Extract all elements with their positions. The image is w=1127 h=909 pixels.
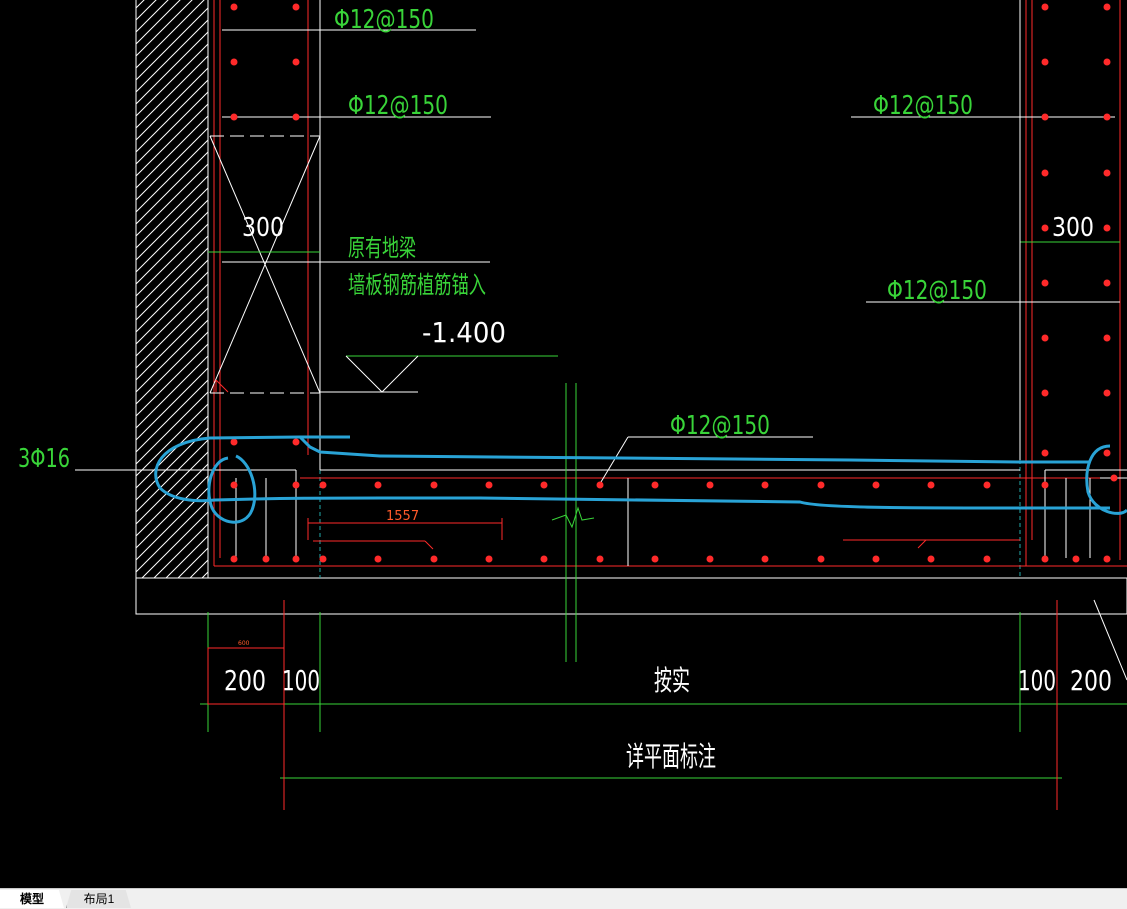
dim-300-right: 300 [1052,213,1094,243]
note-line-2: 墙板钢筋植筋锚入 [348,271,486,299]
dim-100-right: 100 [1018,664,1056,697]
base-slab [135,577,1127,615]
dim-300-left: 300 [242,213,284,243]
rebar-label-5: Φ12@150 [670,411,770,441]
rebar-label-3: Φ12@150 [873,91,973,121]
dim-200-left: 200 [224,664,266,697]
left-rebar-label: 3Φ16 [18,444,70,474]
tab-model[interactable]: 模型 [0,890,64,908]
dim-100-left: 100 [282,664,320,697]
markup-annotation [154,435,1127,524]
note-line-1: 原有地梁 [348,234,416,262]
dim-600: 600 [238,640,250,647]
cad-drawing: Φ12@150 Φ12@150 Φ12@150 Φ12@150 Φ12@150 … [18,0,1127,810]
layout-tab-bar: 模型 布局1 [0,888,1127,909]
dim-1557: 1557 [386,509,419,524]
cad-drawing-canvas[interactable]: Φ12@150 Φ12@150 Φ12@150 Φ12@150 Φ12@150 … [0,0,1127,888]
tab-layout1[interactable]: 布局1 [66,890,131,908]
elevation-label: -1.400 [422,316,506,349]
rebar-label-2: Φ12@150 [348,91,448,121]
rebar-label-4: Φ12@150 [887,276,987,306]
dim-200-right: 200 [1070,664,1112,697]
rebar-label-1: Φ12@150 [334,5,434,35]
dim-see-plan: 详平面标注 [626,740,716,773]
hatched-wall [136,0,208,578]
dim-press-actual: 按实 [654,664,690,697]
